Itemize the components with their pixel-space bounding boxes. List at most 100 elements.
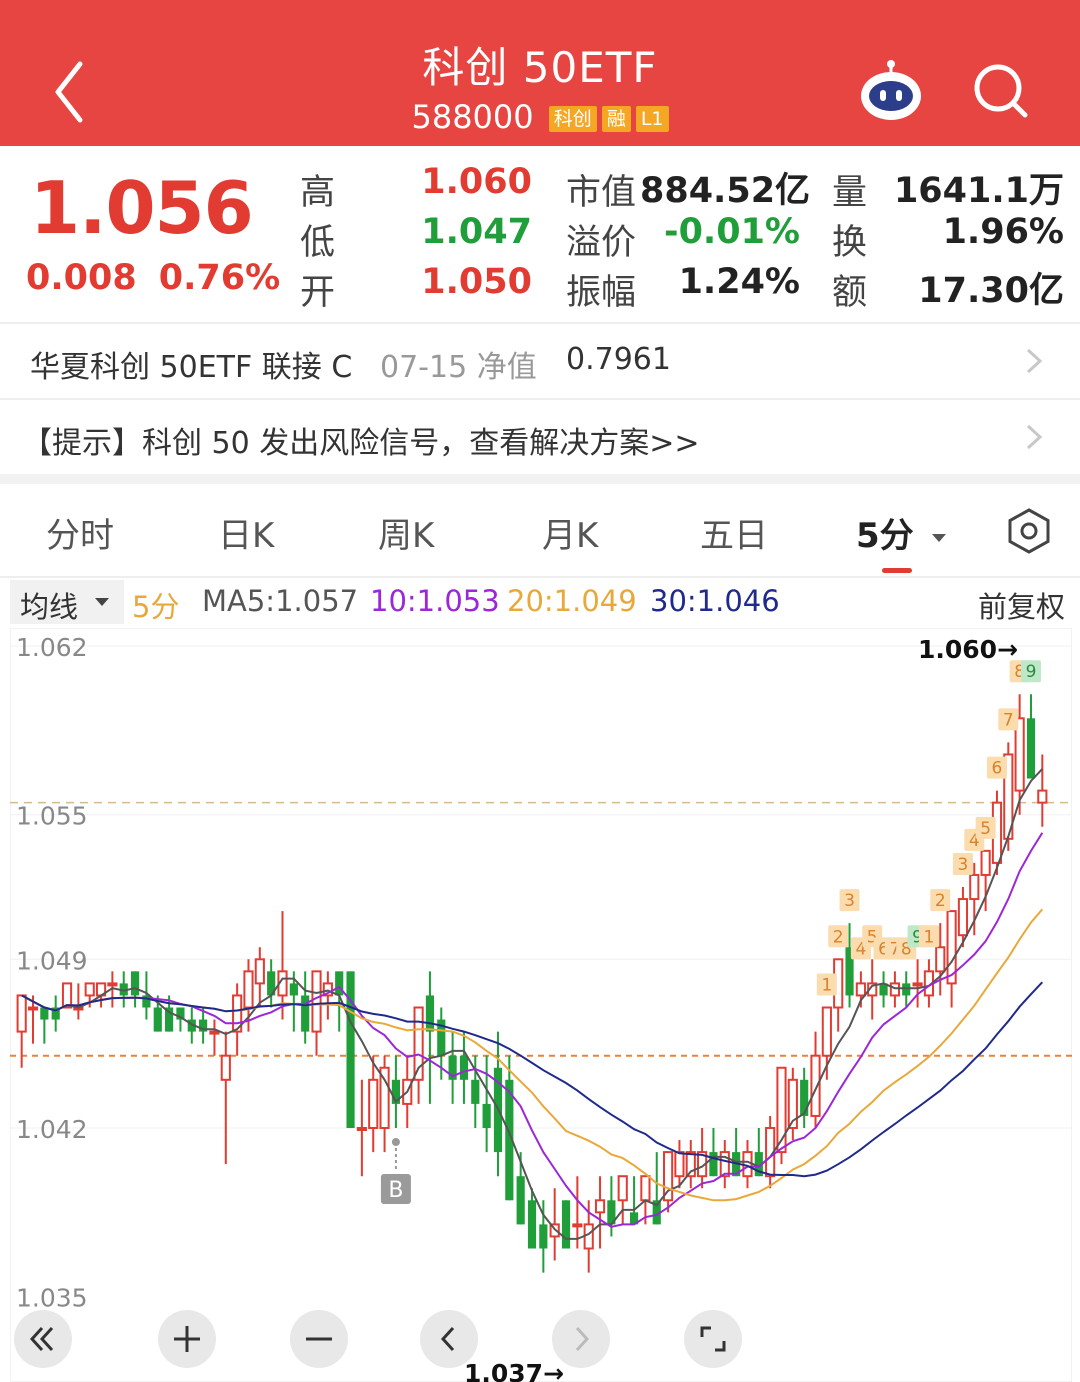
td-label-text: 7 — [1003, 710, 1014, 730]
amount-value: 17.30亿 — [918, 271, 1064, 311]
turnover-label: 换 — [832, 223, 868, 263]
fullscreen-button[interactable] — [684, 1310, 742, 1368]
candle-body — [1037, 789, 1048, 804]
chevron-right-icon — [1026, 424, 1043, 450]
candle-body — [572, 1223, 583, 1228]
ma-selector[interactable]: 均线 — [10, 580, 124, 624]
td-count-label: 3 — [952, 853, 973, 875]
double-chevron-left-icon — [29, 1326, 54, 1352]
kline-chart[interactable]: 123456 7 89 12345678 9 1.0621.0551.0491.0421… — [10, 628, 1072, 1382]
turnover-value: 1.96% — [942, 212, 1064, 252]
td-count-label: 2 — [930, 889, 951, 912]
td-label-text: 3 — [958, 855, 969, 875]
candle-body — [640, 1175, 651, 1202]
change-value: 0.008 — [26, 258, 137, 298]
ma20-value: 20:1.049 — [507, 584, 637, 618]
high-value: 1.060 — [421, 162, 532, 202]
candle-body — [935, 946, 946, 973]
candle-body — [561, 1200, 571, 1249]
amplitude-label: 振幅 — [566, 273, 637, 313]
y-tick-label: 1.055 — [16, 802, 88, 831]
candle-body — [368, 1078, 379, 1129]
fullscreen-icon — [700, 1326, 726, 1352]
y-tick-label: 1.042 — [16, 1115, 88, 1144]
td-label-text: 2 — [833, 927, 844, 947]
zoom-out-button[interactable] — [290, 1310, 348, 1368]
scroll-right-button[interactable] — [552, 1310, 610, 1368]
candle-body — [516, 1176, 525, 1225]
tab-5min[interactable]: 5分 — [856, 508, 948, 557]
candle — [346, 971, 355, 1128]
risk-tip-row[interactable]: 【提示】科创 50 发出风险信号，查看解决方案>> — [0, 400, 1080, 474]
minus-icon — [306, 1337, 332, 1341]
candle-body — [594, 1199, 606, 1214]
candle-body — [969, 873, 980, 901]
linked-fund-row[interactable]: 华夏科创 50ETF 联接 C 07-15 净值 0.7961 — [0, 324, 1080, 398]
ma5-value: MA5:1.057 — [202, 584, 359, 618]
price-adjust-toggle[interactable]: 前复权 — [978, 584, 1065, 626]
ma-selector-label: 均线 — [20, 590, 79, 624]
last-price: 1.056 — [30, 166, 254, 250]
scroll-to-start-button[interactable] — [14, 1310, 72, 1368]
low-value: 1.047 — [421, 212, 532, 252]
td-label-text: 1 — [924, 927, 935, 947]
tab-monthly-k[interactable]: 月K — [542, 508, 598, 557]
candle-body — [153, 1007, 162, 1032]
fund-name: 华夏科创 50ETF 联接 C — [30, 350, 353, 385]
candle-body — [301, 995, 310, 1032]
td-label-text: 6 — [992, 759, 1003, 779]
candle-body — [539, 1224, 548, 1249]
td-count-label: 9 — [1020, 660, 1041, 683]
candle-body — [107, 982, 118, 987]
candle-body — [617, 1175, 628, 1202]
td-label-text: 9 — [1026, 662, 1037, 682]
chart-settings-button[interactable] — [1004, 506, 1054, 556]
assistant-robot-button[interactable] — [858, 58, 924, 124]
robot-icon — [861, 60, 921, 120]
candle-body — [800, 1079, 809, 1116]
candle-body — [912, 982, 923, 987]
td-label-text: 2 — [935, 891, 946, 911]
zoom-in-button[interactable] — [158, 1310, 216, 1368]
open-value: 1.050 — [421, 262, 532, 302]
settings-hexagon-icon — [1008, 508, 1050, 554]
amplitude-value: 1.24% — [678, 262, 800, 302]
td-count-label: 6 — [986, 756, 1007, 779]
high-price-marker: 1.060→ — [918, 635, 1018, 664]
candle-body — [40, 1007, 49, 1020]
candle-body — [356, 1127, 367, 1131]
chevron-left-icon — [440, 1326, 455, 1352]
candle-body — [583, 1223, 594, 1250]
search-button[interactable] — [968, 58, 1032, 122]
candle-body — [902, 983, 911, 996]
tab-weekly-k[interactable]: 周K — [378, 508, 434, 557]
td-label-text: 3 — [844, 891, 855, 911]
tab-intraday[interactable]: 分时 — [46, 508, 114, 557]
scroll-left-button[interactable] — [420, 1310, 478, 1368]
y-tick-label: 1.049 — [16, 946, 88, 975]
candle — [561, 1200, 571, 1249]
candle-body — [889, 982, 900, 997]
market-cap-value: 884.52亿 — [640, 171, 811, 211]
chevron-right-icon — [1026, 348, 1043, 374]
tab-five-day[interactable]: 五日 — [700, 508, 768, 557]
td-count-label: 1 — [816, 973, 837, 996]
ma30-value: 30:1.046 — [650, 584, 780, 618]
high-label: 高 — [300, 173, 336, 213]
caret-down-icon — [95, 598, 109, 606]
tag-level1: L1 — [635, 106, 669, 132]
change-percent: 0.76% — [158, 258, 281, 298]
td-label-text: 1 — [821, 976, 832, 996]
tab-daily-k[interactable]: 日K — [218, 508, 274, 557]
td-count-label: 3 — [839, 889, 860, 912]
td-count-label: 7 — [998, 708, 1019, 731]
candle-body — [311, 970, 322, 1033]
candle-body — [220, 1054, 231, 1081]
y-tick-label: 1.062 — [16, 633, 88, 662]
low-label: 低 — [300, 223, 336, 263]
y-tick-label: 1.035 — [16, 1284, 88, 1313]
td-count-label: 2 — [828, 925, 849, 948]
candle-body — [289, 983, 298, 996]
app-header: 科创 50ETF 588000 科创融 L1 — [0, 0, 1080, 146]
ma-period: 5分 — [132, 590, 180, 624]
